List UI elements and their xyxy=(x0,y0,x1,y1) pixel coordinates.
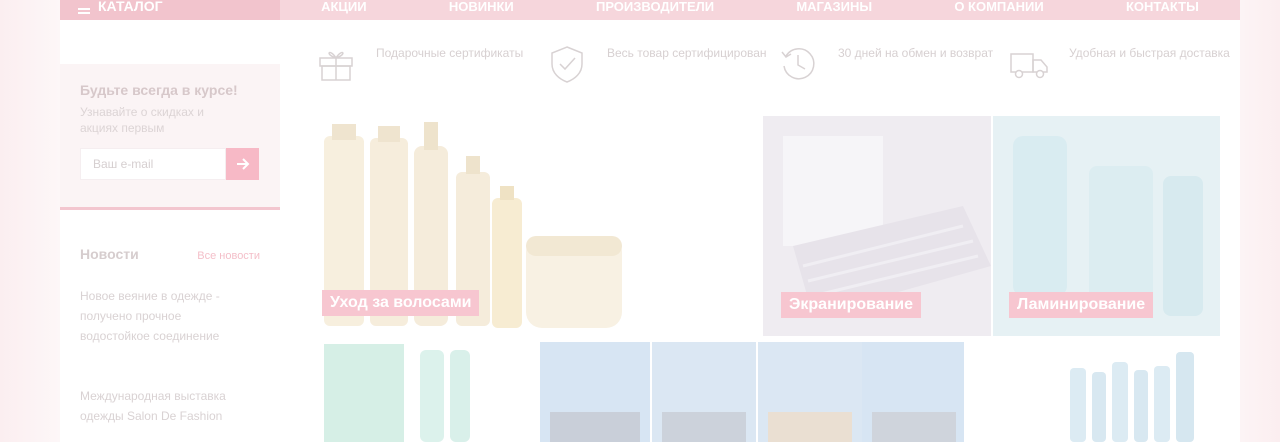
feature-delivery: Удобная и быстрая доставка xyxy=(1009,44,1240,84)
nav-item-stores[interactable]: МАГАЗИНЫ xyxy=(796,0,872,14)
catalog-menu-button[interactable]: КАТАЛОГ xyxy=(60,0,280,20)
email-input[interactable] xyxy=(80,148,226,180)
news-block: Новости Все новости Новое веяние в одежд… xyxy=(60,210,280,426)
product-row xyxy=(324,342,1220,442)
subscribe-block: Будьте всегда в курсе! Узнавайте о скидк… xyxy=(60,64,280,210)
product-image xyxy=(324,344,470,442)
subscribe-title: Будьте всегда в курсе! xyxy=(80,82,238,98)
subscribe-subtitle: Узнавайте о скидках и акциях первым xyxy=(80,105,204,135)
nav-item-promotions[interactable]: АКЦИИ xyxy=(321,0,367,14)
news-heading: Новости xyxy=(80,246,139,262)
features-bar: Подарочные сертификаты Весь товар сертиф… xyxy=(316,44,1240,84)
subscribe-form xyxy=(80,148,260,180)
banner-hair-care[interactable]: Уход за волосами xyxy=(316,116,756,336)
all-news-link[interactable]: Все новости xyxy=(197,250,260,262)
banner-lamination[interactable]: Ламинирование xyxy=(993,116,1220,336)
nav-items: АКЦИИ НОВИНКИ ПРОИЗВОДИТЕЛИ МАГАЗИНЫ О К… xyxy=(280,0,1240,20)
feature-text: Весь товар сертифицирован xyxy=(607,46,767,60)
product-image xyxy=(540,342,964,442)
gift-icon xyxy=(319,51,353,81)
news-item[interactable]: Новое веяние в одежде - получено прочное… xyxy=(80,286,250,346)
feature-text: Подарочные сертификаты xyxy=(376,46,524,60)
feature-text: 30 дней на обмен и возврат xyxy=(838,46,994,60)
history-icon xyxy=(781,48,815,80)
feature-returns: 30 дней на обмен и возврат xyxy=(778,44,1009,84)
nav-item-about[interactable]: О КОМПАНИИ xyxy=(954,0,1043,14)
subscribe-submit-button[interactable] xyxy=(226,148,259,180)
banner-shielding[interactable]: Экранирование xyxy=(763,116,991,336)
banner-label: Экранирование xyxy=(781,292,922,318)
product-card[interactable] xyxy=(324,342,504,442)
banner-label: Уход за волосами xyxy=(322,290,480,316)
page-container: КАТАЛОГ АКЦИИ НОВИНКИ ПРОИЗВОДИТЕЛИ МАГА… xyxy=(60,0,1240,442)
product-card[interactable] xyxy=(1014,342,1220,442)
banner-label: Ламинирование xyxy=(1009,292,1154,318)
product-image xyxy=(1070,352,1194,442)
menu-icon xyxy=(78,12,90,14)
feature-gift-certificates: Подарочные сертификаты xyxy=(316,44,547,84)
top-navigation: КАТАЛОГ АКЦИИ НОВИНКИ ПРОИЗВОДИТЕЛИ МАГА… xyxy=(60,0,1240,20)
news-item[interactable]: Международная выставка одежды Salon De F… xyxy=(80,386,250,426)
shield-check-icon xyxy=(551,46,583,83)
category-banners: Уход за волосами Экранирование Ламиниров… xyxy=(316,116,1220,336)
arrow-right-icon xyxy=(236,158,249,170)
product-card[interactable] xyxy=(540,342,964,442)
nav-item-brands[interactable]: ПРОИЗВОДИТЕЛИ xyxy=(596,0,714,14)
catalog-label: КАТАЛОГ xyxy=(98,0,163,14)
truck-icon xyxy=(1010,53,1048,79)
feature-certified: Весь товар сертифицирован xyxy=(547,44,778,84)
nav-item-new[interactable]: НОВИНКИ xyxy=(449,0,514,14)
feature-text: Удобная и быстрая доставка xyxy=(1069,46,1230,60)
page-background-left xyxy=(0,0,60,442)
sidebar: Будьте всегда в курсе! Узнавайте о скидк… xyxy=(60,64,280,426)
news-header: Новости Все новости xyxy=(80,246,260,262)
nav-item-contacts[interactable]: КОНТАКТЫ xyxy=(1126,0,1199,14)
